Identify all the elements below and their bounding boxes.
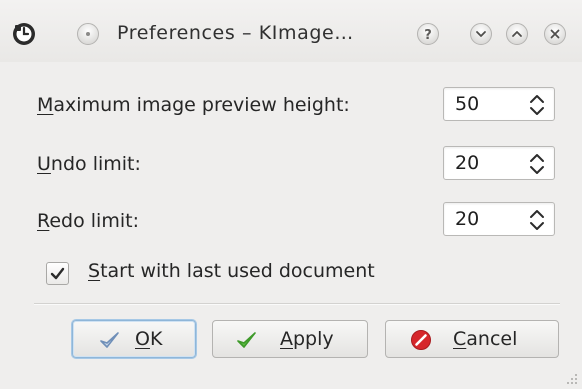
window-title: Preferences – KImage… [117, 22, 354, 44]
title-bar[interactable]: Preferences – KImage… ? [0, 0, 582, 62]
chevron-up-icon [512, 31, 522, 37]
preferences-dialog: Preferences – KImage… ? Maximum image pr… [0, 0, 582, 389]
mnemonic-r: R [37, 210, 50, 232]
close-button[interactable] [544, 23, 566, 45]
undo-limit-spinbox[interactable]: 20 [443, 146, 555, 180]
question-icon: ? [424, 28, 432, 43]
preview-height-spinbox[interactable]: 50 [443, 87, 555, 121]
redo-limit-value[interactable]: 20 [455, 208, 479, 230]
mnemonic-a: A [280, 328, 293, 350]
start-with-last-label[interactable]: Start with last used document [88, 260, 375, 282]
maximize-button[interactable] [506, 23, 528, 45]
resize-grip-icon[interactable] [566, 373, 578, 385]
undo-limit-value[interactable]: 20 [455, 152, 479, 174]
svg-text:?: ? [424, 28, 432, 43]
undo-limit-label-text: ndo limit: [50, 153, 141, 175]
separator [34, 303, 560, 305]
redo-limit-label-text: edo limit: [49, 210, 139, 232]
redo-limit-label: Redo limit: [37, 210, 139, 232]
cancel-icon [411, 330, 431, 350]
check-icon [237, 332, 256, 348]
ok-button[interactable]: OK [72, 320, 196, 358]
mnemonic-m: M [37, 94, 54, 116]
window-menu-button[interactable] [77, 23, 99, 45]
spin-arrows-icon[interactable] [529, 153, 545, 175]
apply-button-label-text: pply [293, 328, 334, 350]
chevron-down-icon [476, 31, 486, 37]
kimage-app-icon[interactable] [12, 22, 36, 46]
mnemonic-o: O [135, 328, 150, 350]
apply-button-label: Apply [280, 328, 334, 350]
undo-limit-label: Undo limit: [37, 153, 141, 175]
spin-arrows-icon[interactable] [529, 94, 545, 116]
mnemonic-c: C [453, 328, 467, 350]
preview-height-label: Maximum image preview height: [37, 94, 350, 116]
cancel-button-label-text: ancel [466, 328, 518, 350]
cancel-button[interactable]: Cancel [385, 320, 559, 358]
preview-height-value[interactable]: 50 [455, 93, 479, 115]
mnemonic-s: S [88, 260, 101, 282]
check-icon [100, 332, 119, 348]
circle-dot-icon [86, 32, 90, 36]
ok-button-label: OK [135, 328, 162, 350]
close-icon [550, 29, 560, 39]
spin-arrows-icon[interactable] [529, 209, 545, 231]
start-with-last-label-text: tart with last used document [100, 260, 375, 282]
cancel-button-label: Cancel [453, 328, 517, 350]
checkmark-icon [50, 267, 65, 280]
preview-height-label-text: aximum image preview height: [53, 94, 350, 116]
start-with-last-checkbox[interactable] [46, 262, 69, 285]
minimize-button[interactable] [470, 23, 492, 45]
apply-button[interactable]: Apply [212, 320, 368, 358]
mnemonic-u: U [37, 153, 51, 175]
redo-limit-spinbox[interactable]: 20 [443, 202, 555, 236]
help-button[interactable]: ? [417, 23, 439, 45]
ok-button-label-text: K [149, 328, 163, 350]
